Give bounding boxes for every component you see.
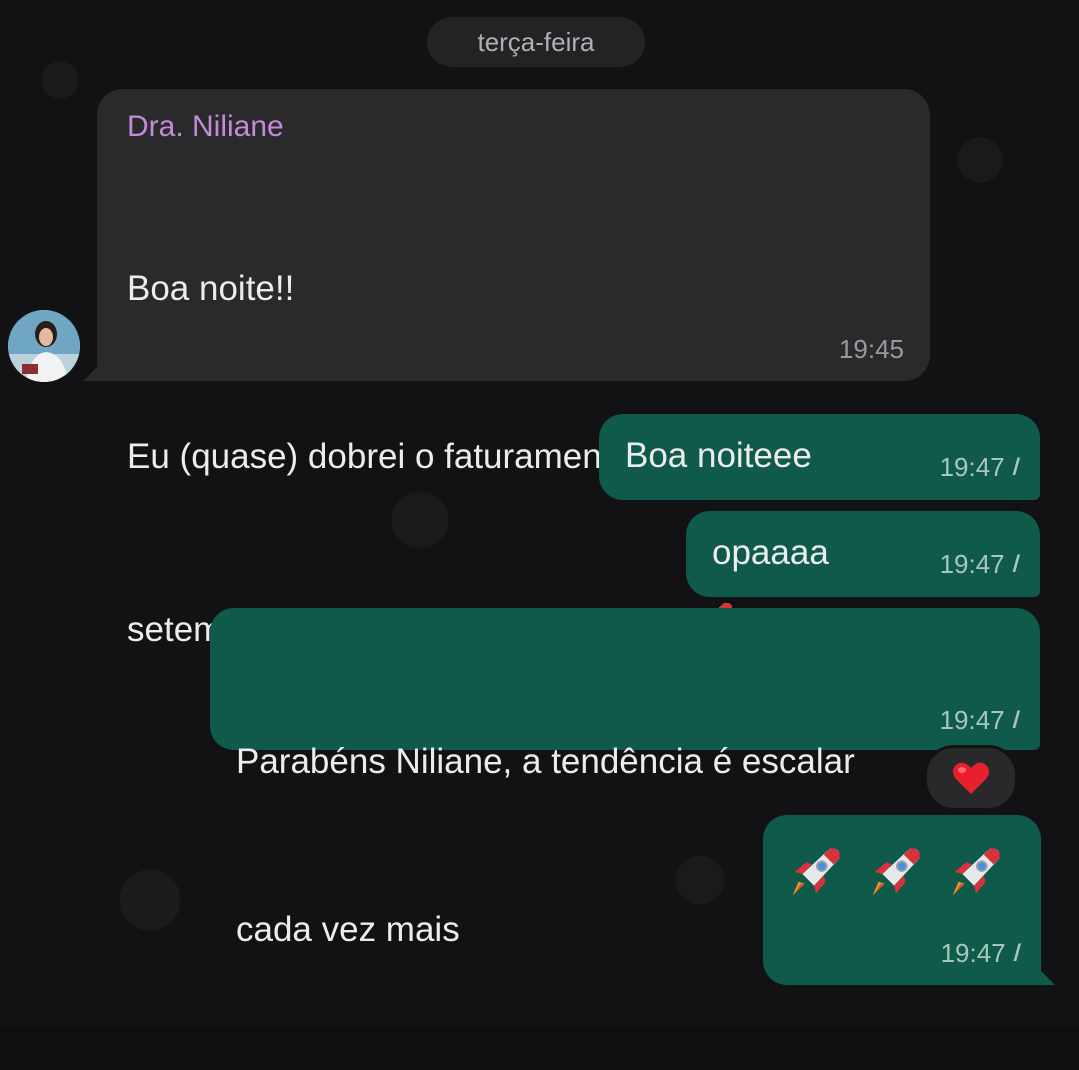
- timestamp-text: 19:47: [939, 705, 1005, 735]
- message-timestamp: 19:47 //: [939, 705, 1022, 736]
- rocket-emoji-icon: [872, 848, 920, 896]
- timestamp-text: 19:45: [838, 334, 904, 364]
- outgoing-message-text: Boa noiteee: [625, 436, 812, 475]
- message-timestamp: 19:47 //: [939, 452, 1022, 483]
- double-check-icon: //: [1012, 550, 1022, 578]
- sender-name: Dra. Niliane: [127, 110, 284, 143]
- message-timestamp: 19:47 //: [939, 549, 1022, 580]
- contact-avatar[interactable]: [8, 310, 80, 382]
- double-check-icon: //: [1012, 706, 1022, 734]
- message-line: Boa noite!!: [127, 269, 295, 308]
- red-heart-icon: [953, 762, 989, 794]
- message-timestamp: 19:47 //: [940, 938, 1023, 969]
- emoji-row: [785, 841, 1007, 903]
- date-separator: terça-feira: [427, 17, 645, 67]
- double-check-icon: //: [1012, 453, 1022, 481]
- timestamp-text: 19:47: [940, 938, 1006, 968]
- message-timestamp: 19:45: [839, 334, 904, 365]
- message-line: Parabéns Niliane, a tendência é escalar: [236, 742, 855, 781]
- message-reaction[interactable]: [924, 745, 1018, 811]
- avatar-image: [8, 310, 80, 382]
- incoming-message-bubble[interactable]: Dra. Niliane Boa noite!! Eu (quase) dobr…: [83, 89, 930, 649]
- timestamp-text: 19:47: [939, 452, 1005, 482]
- outgoing-message-bubble[interactable]: opaaaa 19:47 //: [686, 511, 1040, 597]
- rocket-emoji-icon: [792, 848, 840, 896]
- outgoing-message-bubble[interactable]: Parabéns Niliane, a tendência é escalar …: [210, 608, 1040, 949]
- timestamp-text: 19:47: [939, 549, 1005, 579]
- double-check-icon: //: [1013, 939, 1023, 967]
- chat-background: terça-feira Dra. Niliane Boa noite!! Eu …: [0, 0, 1079, 1026]
- date-separator-label: terça-feira: [477, 26, 595, 57]
- outgoing-message-bubble[interactable]: Boa noiteee 19:47 //: [599, 414, 1040, 500]
- outgoing-message-bubble[interactable]: 19:47 //: [763, 815, 1055, 985]
- outgoing-message-text: opaaaa: [712, 533, 829, 572]
- rocket-emoji-icon: [952, 848, 1000, 896]
